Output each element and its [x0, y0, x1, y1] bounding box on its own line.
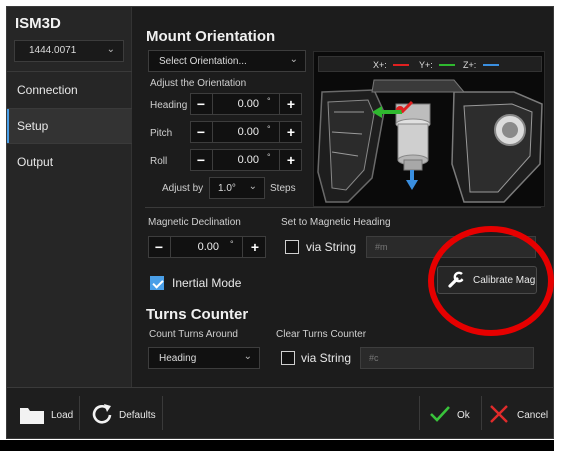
- sidebar-divider: [7, 143, 132, 144]
- divider: [170, 237, 171, 257]
- roll-value[interactable]: 0.00: [215, 154, 259, 166]
- divider: [481, 396, 482, 430]
- divider: [212, 122, 213, 142]
- divider: [162, 396, 163, 430]
- steps-label: Steps: [270, 183, 296, 194]
- refresh-icon: [92, 404, 112, 424]
- declination-decrement-button[interactable]: −: [149, 237, 169, 257]
- folder-icon: [20, 408, 44, 424]
- cancel-label: Cancel: [517, 410, 549, 421]
- sidebar-item-connection[interactable]: Connection: [7, 73, 132, 107]
- checkmark-icon: [430, 406, 450, 422]
- roll-stepper[interactable]: − 0.00 ° +: [190, 149, 302, 171]
- divider: [212, 94, 213, 114]
- declination-stepper[interactable]: − 0.00 ° +: [148, 236, 266, 258]
- count-turns-around-label: Count Turns Around: [149, 329, 238, 340]
- ok-button[interactable]: Ok: [425, 388, 479, 438]
- clear-turns-via-string-label: via String: [301, 351, 352, 365]
- load-button[interactable]: Load: [13, 388, 77, 438]
- clear-turns-string-input[interactable]: #c: [360, 347, 534, 369]
- heading-stepper[interactable]: − 0.00 ° +: [190, 93, 302, 115]
- inertial-mode-checkbox[interactable]: [150, 276, 164, 290]
- mag-heading-via-string-label: via String: [306, 240, 357, 254]
- degree-unit: °: [267, 152, 271, 162]
- sidebar-divider: [7, 71, 132, 72]
- divider: [279, 94, 280, 114]
- roll-decrement-button[interactable]: −: [191, 150, 211, 170]
- close-icon: [490, 405, 508, 423]
- mag-heading-via-string-checkbox[interactable]: [285, 240, 299, 254]
- roll-increment-button[interactable]: +: [281, 150, 301, 170]
- defaults-button[interactable]: Defaults: [85, 388, 161, 438]
- heading-decrement-button[interactable]: −: [191, 94, 211, 114]
- dialog-footer: Load Defaults Ok Cancel: [7, 387, 553, 438]
- clear-turns-counter-label: Clear Turns Counter: [276, 329, 367, 340]
- count-turns-select[interactable]: Heading ⌄: [148, 347, 260, 369]
- chevron-down-icon: ⌄: [106, 44, 115, 55]
- sidebar: ISM3D 1444.0071 ⌄ Connection Setup Outpu…: [7, 7, 132, 387]
- load-label: Load: [51, 410, 74, 421]
- heading-value[interactable]: 0.00: [215, 98, 259, 110]
- count-turns-value: Heading: [159, 353, 197, 364]
- sidebar-item-output[interactable]: Output: [7, 145, 132, 179]
- degree-unit: °: [267, 124, 271, 134]
- cancel-button[interactable]: Cancel: [485, 388, 551, 438]
- serial-value: 1444.0071: [29, 45, 77, 56]
- heading-label: Heading: [150, 100, 188, 111]
- chevron-down-icon: ⌄: [289, 54, 298, 65]
- turns-counter-title: Turns Counter: [146, 306, 249, 323]
- adjust-by-label: Adjust by: [162, 183, 204, 194]
- settings-window: ISM3D 1444.0071 ⌄ Connection Setup Outpu…: [6, 6, 554, 439]
- background-app-strip: [0, 440, 554, 451]
- divider: [212, 150, 213, 170]
- pitch-label: Pitch: [150, 128, 173, 139]
- pitch-increment-button[interactable]: +: [281, 122, 301, 142]
- set-magnetic-heading-label: Set to Magnetic Heading: [281, 217, 391, 228]
- serial-select[interactable]: 1444.0071 ⌄: [14, 40, 124, 62]
- section-divider: [145, 207, 541, 208]
- page-background: [554, 0, 567, 451]
- ok-label: Ok: [457, 410, 470, 421]
- chevron-down-icon: ⌄: [248, 181, 257, 192]
- device-title: ISM3D: [15, 15, 61, 32]
- magnetic-declination-label: Magnetic Declination: [148, 217, 241, 228]
- degree-unit: °: [267, 96, 271, 106]
- highlight-ring: [428, 226, 554, 336]
- divider: [419, 396, 420, 430]
- roll-label: Roll: [150, 156, 168, 167]
- adjust-step-select[interactable]: 1.0° ⌄: [209, 177, 265, 199]
- defaults-label: Defaults: [119, 410, 156, 421]
- device-model-render: [317, 79, 543, 203]
- divider: [279, 150, 280, 170]
- pitch-stepper[interactable]: − 0.00 ° +: [190, 121, 302, 143]
- clear-turns-via-string-checkbox[interactable]: [281, 351, 295, 365]
- declination-value[interactable]: 0.00: [173, 241, 219, 253]
- orientation-preview-3d: X+: Y+: Z+:: [313, 51, 545, 207]
- orientation-select-value: Select Orientation...: [159, 56, 247, 67]
- pitch-value[interactable]: 0.00: [215, 126, 259, 138]
- mount-orientation-title: Mount Orientation: [146, 28, 276, 45]
- heading-increment-button[interactable]: +: [281, 94, 301, 114]
- divider: [279, 122, 280, 142]
- adjust-step-value: 1.0°: [218, 183, 236, 194]
- divider: [242, 237, 243, 257]
- adjust-orientation-label: Adjust the Orientation: [150, 78, 247, 89]
- chevron-down-icon: ⌄: [243, 351, 252, 362]
- degree-unit: °: [230, 239, 234, 249]
- orientation-select[interactable]: Select Orientation... ⌄: [148, 50, 306, 72]
- divider: [79, 396, 80, 430]
- declination-increment-button[interactable]: +: [245, 237, 265, 257]
- sidebar-item-setup[interactable]: Setup: [7, 109, 132, 143]
- inertial-mode-label: Inertial Mode: [172, 276, 242, 290]
- pitch-decrement-button[interactable]: −: [191, 122, 211, 142]
